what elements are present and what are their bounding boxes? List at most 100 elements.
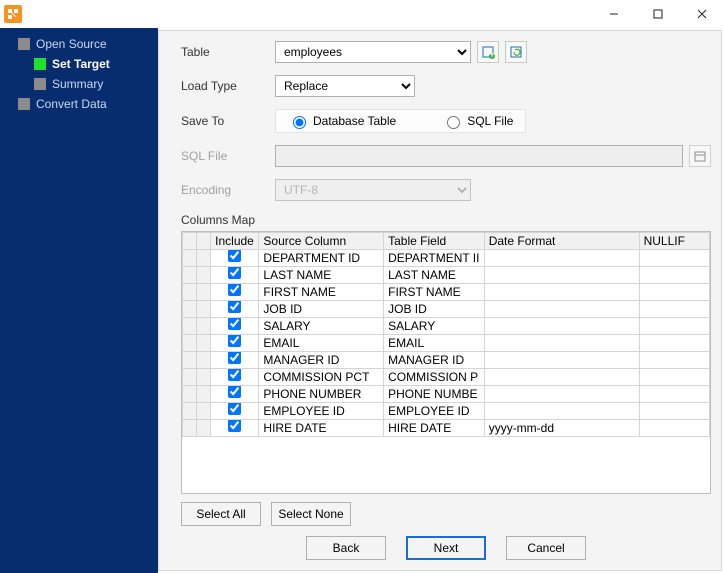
loadtype-select[interactable]: Replace <box>275 75 415 97</box>
source-cell[interactable]: PHONE NUMBER <box>259 386 384 403</box>
nullif-cell[interactable] <box>639 335 709 352</box>
date-cell[interactable] <box>484 369 639 386</box>
col-field[interactable]: Table Field <box>384 233 485 250</box>
source-cell[interactable]: FIRST NAME <box>259 284 384 301</box>
select-all-button[interactable]: Select All <box>181 502 261 526</box>
table-label: Table <box>181 45 275 59</box>
table-row[interactable]: EMPLOYEE IDEMPLOYEE ID <box>183 403 710 420</box>
include-checkbox[interactable] <box>228 420 241 433</box>
table-row[interactable]: FIRST NAMEFIRST NAME <box>183 284 710 301</box>
field-cell[interactable]: COMMISSION P <box>384 369 485 386</box>
close-button[interactable] <box>680 0 724 28</box>
date-cell[interactable] <box>484 318 639 335</box>
next-button[interactable]: Next <box>406 536 486 560</box>
include-checkbox[interactable] <box>228 403 241 416</box>
date-cell[interactable] <box>484 352 639 369</box>
col-source[interactable]: Source Column <box>259 233 384 250</box>
saveto-radio-group: Database Table SQL File <box>275 109 526 133</box>
date-cell[interactable] <box>484 267 639 284</box>
col-nullif[interactable]: NULLIF <box>639 233 709 250</box>
nullif-cell[interactable] <box>639 301 709 318</box>
field-cell[interactable]: HIRE DATE <box>384 420 485 437</box>
date-cell[interactable] <box>484 301 639 318</box>
source-cell[interactable]: EMPLOYEE ID <box>259 403 384 420</box>
field-cell[interactable]: EMAIL <box>384 335 485 352</box>
field-cell[interactable]: FIRST NAME <box>384 284 485 301</box>
sidebar-item-label: Summary <box>52 77 103 91</box>
back-button[interactable]: Back <box>306 536 386 560</box>
field-cell[interactable]: PHONE NUMBE <box>384 386 485 403</box>
include-checkbox[interactable] <box>228 284 241 297</box>
table-row[interactable]: COMMISSION PCTCOMMISSION P <box>183 369 710 386</box>
sidebar-item-convert-data[interactable]: Convert Data <box>0 94 158 114</box>
sidebar-item-label: Convert Data <box>36 97 107 111</box>
browse-file-button[interactable] <box>689 145 711 167</box>
table-row[interactable]: MANAGER IDMANAGER ID <box>183 352 710 369</box>
nullif-cell[interactable] <box>639 250 709 267</box>
titlebar <box>0 0 724 28</box>
date-cell[interactable]: yyyy-mm-dd <box>484 420 639 437</box>
saveto-sql-radio[interactable]: SQL File <box>442 113 513 129</box>
sidebar-item-set-target[interactable]: Set Target <box>0 54 158 74</box>
field-cell[interactable]: LAST NAME <box>384 267 485 284</box>
field-cell[interactable]: DEPARTMENT II <box>384 250 485 267</box>
source-cell[interactable]: MANAGER ID <box>259 352 384 369</box>
table-row[interactable]: SALARYSALARY <box>183 318 710 335</box>
field-cell[interactable]: JOB ID <box>384 301 485 318</box>
select-none-button[interactable]: Select None <box>271 502 351 526</box>
field-cell[interactable]: EMPLOYEE ID <box>384 403 485 420</box>
sidebar-item-summary[interactable]: Summary <box>0 74 158 94</box>
table-row[interactable]: EMAILEMAIL <box>183 335 710 352</box>
col-include[interactable]: Include <box>211 233 259 250</box>
nullif-cell[interactable] <box>639 284 709 301</box>
encoding-label: Encoding <box>181 183 275 197</box>
table-row[interactable]: DEPARTMENT IDDEPARTMENT II <box>183 250 710 267</box>
maximize-button[interactable] <box>636 0 680 28</box>
include-checkbox[interactable] <box>228 250 241 263</box>
include-checkbox[interactable] <box>228 301 241 314</box>
include-checkbox[interactable] <box>228 369 241 382</box>
include-checkbox[interactable] <box>228 318 241 331</box>
nullif-cell[interactable] <box>639 386 709 403</box>
include-checkbox[interactable] <box>228 267 241 280</box>
nullif-cell[interactable] <box>639 267 709 284</box>
source-cell[interactable]: JOB ID <box>259 301 384 318</box>
table-row[interactable]: PHONE NUMBERPHONE NUMBE <box>183 386 710 403</box>
nullif-cell[interactable] <box>639 352 709 369</box>
table-row[interactable]: LAST NAMELAST NAME <box>183 267 710 284</box>
include-checkbox[interactable] <box>228 335 241 348</box>
nullif-cell[interactable] <box>639 318 709 335</box>
saveto-db-radio[interactable]: Database Table <box>288 113 396 129</box>
source-cell[interactable]: SALARY <box>259 318 384 335</box>
step-box-icon <box>34 78 46 90</box>
date-cell[interactable] <box>484 403 639 420</box>
source-cell[interactable]: LAST NAME <box>259 267 384 284</box>
field-cell[interactable]: MANAGER ID <box>384 352 485 369</box>
field-cell[interactable]: SALARY <box>384 318 485 335</box>
date-cell[interactable] <box>484 335 639 352</box>
nullif-cell[interactable] <box>639 369 709 386</box>
include-checkbox[interactable] <box>228 386 241 399</box>
sqlfile-label: SQL File <box>181 149 275 163</box>
app-icon <box>4 5 22 23</box>
table-select[interactable]: employees <box>275 41 471 63</box>
date-cell[interactable] <box>484 250 639 267</box>
nullif-cell[interactable] <box>639 420 709 437</box>
include-checkbox[interactable] <box>228 352 241 365</box>
table-row[interactable]: HIRE DATEHIRE DATEyyyy-mm-dd <box>183 420 710 437</box>
date-cell[interactable] <box>484 284 639 301</box>
source-cell[interactable]: EMAIL <box>259 335 384 352</box>
table-row[interactable]: JOB IDJOB ID <box>183 301 710 318</box>
minimize-button[interactable] <box>592 0 636 28</box>
sidebar-item-open-source[interactable]: Open Source <box>0 34 158 54</box>
date-cell[interactable] <box>484 386 639 403</box>
source-cell[interactable]: COMMISSION PCT <box>259 369 384 386</box>
add-table-button[interactable]: + <box>477 41 499 63</box>
refresh-table-button[interactable] <box>505 41 527 63</box>
source-cell[interactable]: HIRE DATE <box>259 420 384 437</box>
nullif-cell[interactable] <box>639 403 709 420</box>
cancel-button[interactable]: Cancel <box>506 536 586 560</box>
col-date[interactable]: Date Format <box>484 233 639 250</box>
encoding-select: UTF-8 <box>275 179 471 201</box>
source-cell[interactable]: DEPARTMENT ID <box>259 250 384 267</box>
